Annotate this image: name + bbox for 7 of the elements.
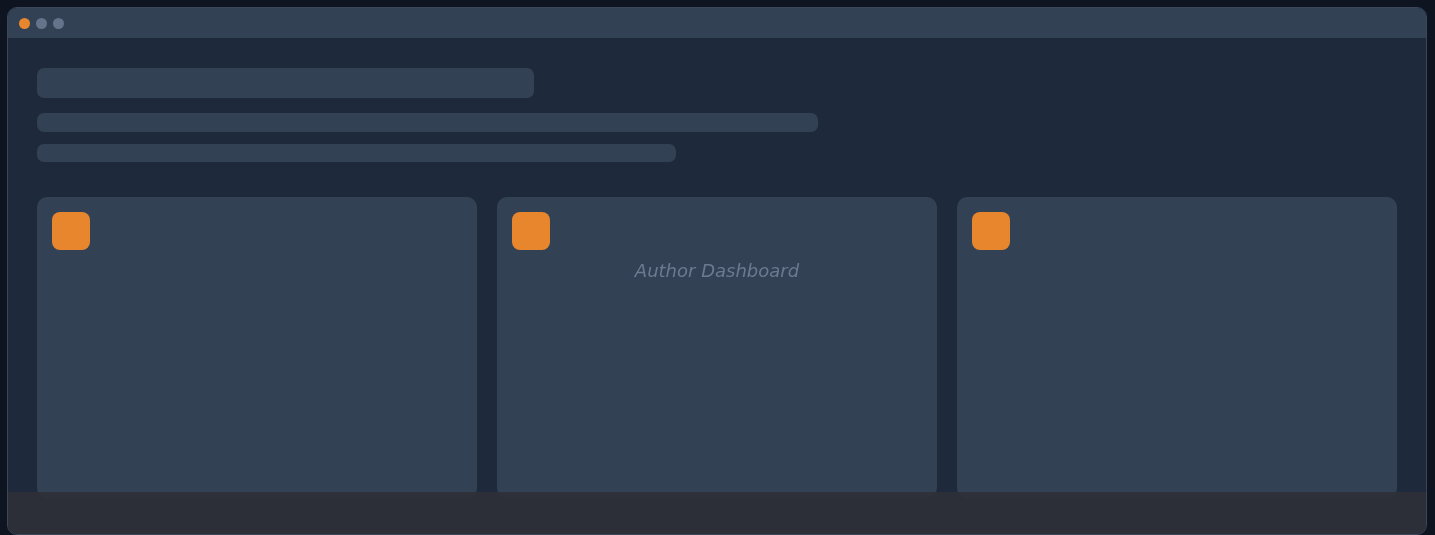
square-icon [972,212,1010,250]
square-icon [512,212,550,250]
window-dot[interactable] [36,17,47,29]
square-icon [52,212,90,250]
card-caption: Author Dashboard [634,260,800,281]
window-dot[interactable] [19,17,30,29]
window-dot[interactable] [53,17,64,29]
